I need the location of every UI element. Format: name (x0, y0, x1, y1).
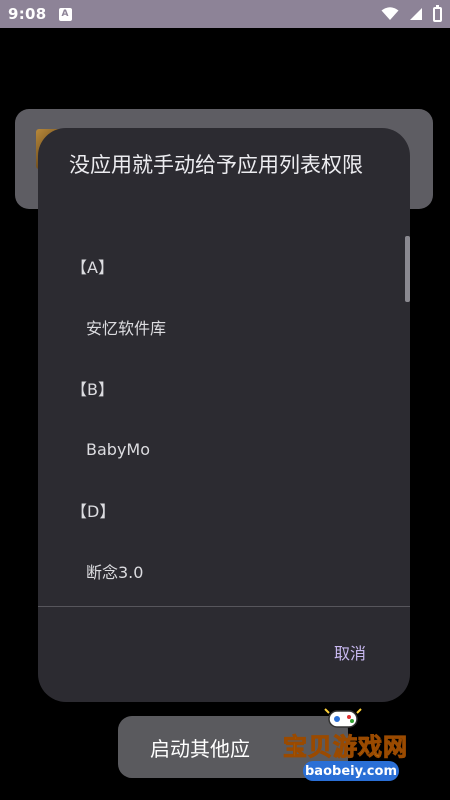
section-header-d: 【D】 (71, 502, 116, 521)
status-time: 9:08 (8, 5, 47, 23)
watermark-url: baobeiy.com (303, 761, 399, 781)
signal-icon (410, 8, 422, 20)
app-list-dialog: 没应用就手动给予应用列表权限 【A】 安忆软件库 【B】 BabyMo 【D】 … (38, 128, 410, 702)
launch-other-app-label: 启动其他应 (150, 736, 250, 761)
watermark-logo: 宝贝游戏网 baobeiy.com (283, 705, 443, 785)
section-header-a: 【A】 (71, 258, 114, 277)
section-header-b: 【B】 (71, 380, 114, 399)
dialog-divider (38, 606, 410, 607)
notification-app-icon: A (58, 7, 72, 21)
list-item-app[interactable]: 断念3.0 (38, 541, 410, 601)
scrollbar[interactable] (405, 236, 410, 302)
cancel-button[interactable]: 取消 (334, 640, 366, 664)
watermark-text: 宝贝游戏网 (283, 733, 408, 762)
notification-app-icon-letter: A (61, 8, 69, 19)
app-list[interactable]: 【A】 安忆软件库 【B】 BabyMo 【D】 断念3.0 (38, 236, 410, 606)
list-item-app[interactable]: BabyMo (38, 419, 410, 479)
status-bar: 9:08 A (0, 0, 450, 28)
list-item-app[interactable]: 安忆软件库 (38, 297, 410, 357)
dialog-title: 没应用就手动给予应用列表权限 (69, 153, 363, 177)
battery-icon (433, 4, 442, 22)
wifi-icon (381, 7, 399, 20)
status-icons (381, 4, 442, 22)
